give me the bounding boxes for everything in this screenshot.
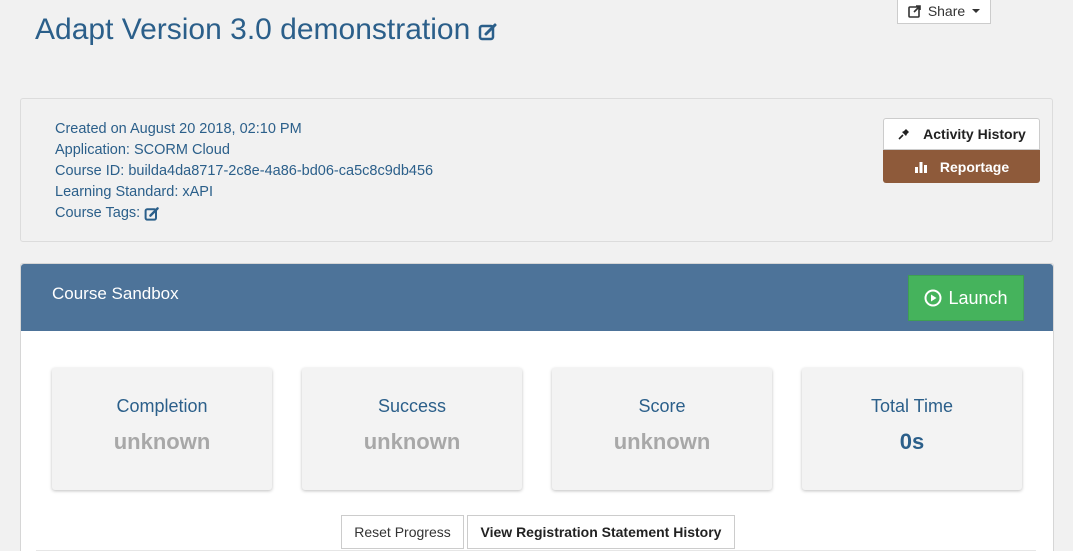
score-value: unknown [613, 429, 711, 454]
course-tags-label: Course Tags: [55, 205, 141, 221]
page-title: Adapt Version 3.0 demonstration [35, 12, 498, 48]
course-tags-row: Course Tags: [55, 203, 433, 224]
launch-button[interactable]: Launch [908, 275, 1024, 321]
pin-icon [898, 129, 910, 140]
total-time-card: Total Time 0s [802, 368, 1022, 490]
total-time-label: Total Time [870, 396, 954, 416]
share-button[interactable]: Share [897, 0, 991, 24]
page: Adapt Version 3.0 demonstration Share Cr… [0, 0, 1073, 551]
reset-progress-button[interactable]: Reset Progress [341, 515, 464, 549]
score-label: Score [638, 396, 686, 416]
sandbox-header: Course Sandbox Launch [21, 264, 1053, 331]
reportage-label: Reportage [939, 158, 1010, 175]
page-title-text: Adapt Version 3.0 demonstration [35, 13, 471, 46]
course-info-panel: Created on August 20 2018, 02:10 PM Appl… [20, 98, 1053, 242]
course-sandbox-panel: Course Sandbox Launch Completion unknown… [20, 263, 1054, 551]
created-date: Created on August 20 2018, 02:10 PM [55, 121, 302, 137]
share-label: Share [927, 2, 966, 19]
success-card: Success unknown [302, 368, 522, 490]
completion-value: unknown [113, 429, 211, 454]
total-time-value: 0s [899, 429, 925, 454]
course-details: Created on August 20 2018, 02:10 PM Appl… [55, 119, 433, 224]
learning-standard: Learning Standard: xAPI [55, 184, 213, 200]
reportage-button[interactable]: Reportage [883, 150, 1040, 183]
share-icon [908, 4, 921, 18]
launch-label: Launch [948, 287, 1008, 308]
score-card: Score unknown [552, 368, 772, 490]
bar-chart-icon [914, 161, 927, 173]
activity-history-label: Activity History [923, 126, 1026, 142]
view-statement-history-button[interactable]: View Registration Statement History [467, 515, 735, 549]
edit-icon[interactable] [478, 22, 498, 42]
success-value: unknown [363, 429, 461, 454]
play-circle-icon [924, 289, 942, 307]
success-label: Success [377, 396, 447, 416]
course-id: Course ID: builda4da8717-2c8e-4a86-bd06-… [55, 163, 434, 179]
edit-icon[interactable] [144, 206, 160, 222]
application-name: Application: SCORM Cloud [55, 142, 230, 158]
activity-history-button[interactable]: Activity History [883, 118, 1040, 150]
sandbox-title: Course Sandbox [52, 284, 179, 303]
completion-label: Completion [116, 396, 208, 416]
chevron-down-icon [972, 8, 981, 13]
completion-card: Completion unknown [52, 368, 272, 490]
